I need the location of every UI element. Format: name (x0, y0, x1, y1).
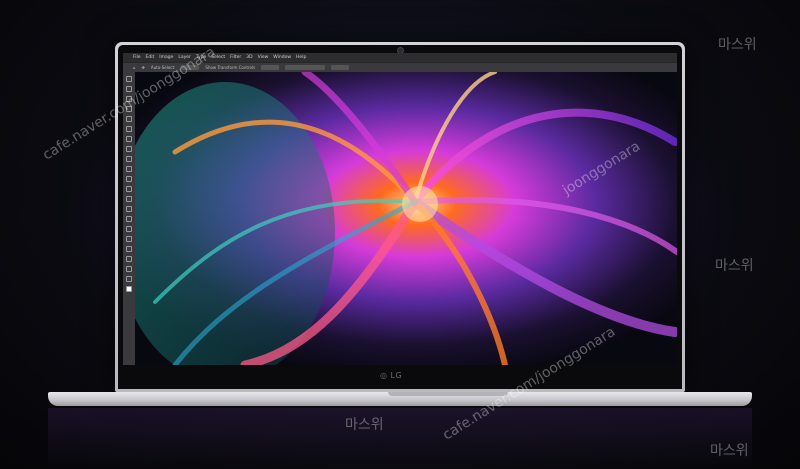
menu-item-window[interactable]: Window (273, 53, 291, 62)
eraser-tool-icon[interactable] (126, 176, 132, 182)
pen-tool-icon[interactable] (126, 216, 132, 222)
watermark-korean-bottom: 마스위 (345, 417, 384, 433)
healing-brush-tool-icon[interactable] (126, 136, 132, 142)
history-brush-tool-icon[interactable] (126, 166, 132, 172)
color-swatch-icon[interactable] (126, 286, 132, 292)
menu-item-view[interactable]: View (258, 53, 269, 62)
menu-item-help[interactable]: Help (296, 53, 306, 62)
3d-mode-buttons[interactable] (331, 65, 350, 70)
lg-logo: ◎ LG (380, 371, 403, 380)
watermark-korean-top: 마스위 (718, 37, 757, 53)
abstract-artwork (135, 72, 677, 365)
menu-item-edit[interactable]: Edit (146, 53, 155, 62)
type-tool-icon[interactable] (126, 226, 132, 232)
dodge-tool-icon[interactable] (126, 206, 132, 212)
brush-tool-icon[interactable] (126, 146, 132, 152)
path-select-tool-icon[interactable] (126, 236, 132, 242)
menu-item-filter[interactable]: Filter (230, 53, 241, 62)
laptop-base (48, 392, 752, 406)
marquee-tool-icon[interactable] (126, 86, 132, 92)
laptop-screen: File Edit Image Layer Type Select Filter… (123, 53, 677, 365)
watermark-korean-mid: 마스위 (715, 258, 754, 274)
distribute-buttons[interactable] (285, 65, 326, 70)
brand-name: LG (390, 371, 403, 380)
more-tools-icon[interactable] (126, 276, 132, 282)
zoom-tool-icon[interactable] (126, 266, 132, 272)
surface-reflection (48, 408, 752, 469)
show-transform-label[interactable]: Show Transform Controls (205, 65, 255, 70)
home-icon[interactable]: ⌂ (133, 65, 136, 70)
align-buttons[interactable] (261, 65, 280, 70)
tools-panel (123, 72, 135, 365)
shape-tool-icon[interactable] (126, 246, 132, 252)
menu-item-3d[interactable]: 3D (246, 53, 252, 62)
base-notch (388, 392, 508, 396)
document-canvas[interactable] (135, 72, 677, 365)
clone-stamp-tool-icon[interactable] (126, 156, 132, 162)
eyedropper-tool-icon[interactable] (126, 126, 132, 132)
move-tool-icon[interactable] (126, 76, 132, 82)
blur-tool-icon[interactable] (126, 196, 132, 202)
watermark-korean-right: 마스위 (710, 443, 749, 459)
menu-item-image[interactable]: Image (159, 53, 173, 62)
menu-item-file[interactable]: File (133, 53, 141, 62)
crop-tool-icon[interactable] (126, 116, 132, 122)
hand-tool-icon[interactable] (126, 256, 132, 262)
move-tool-icon[interactable]: ✥ (142, 65, 145, 70)
gradient-tool-icon[interactable] (126, 186, 132, 192)
